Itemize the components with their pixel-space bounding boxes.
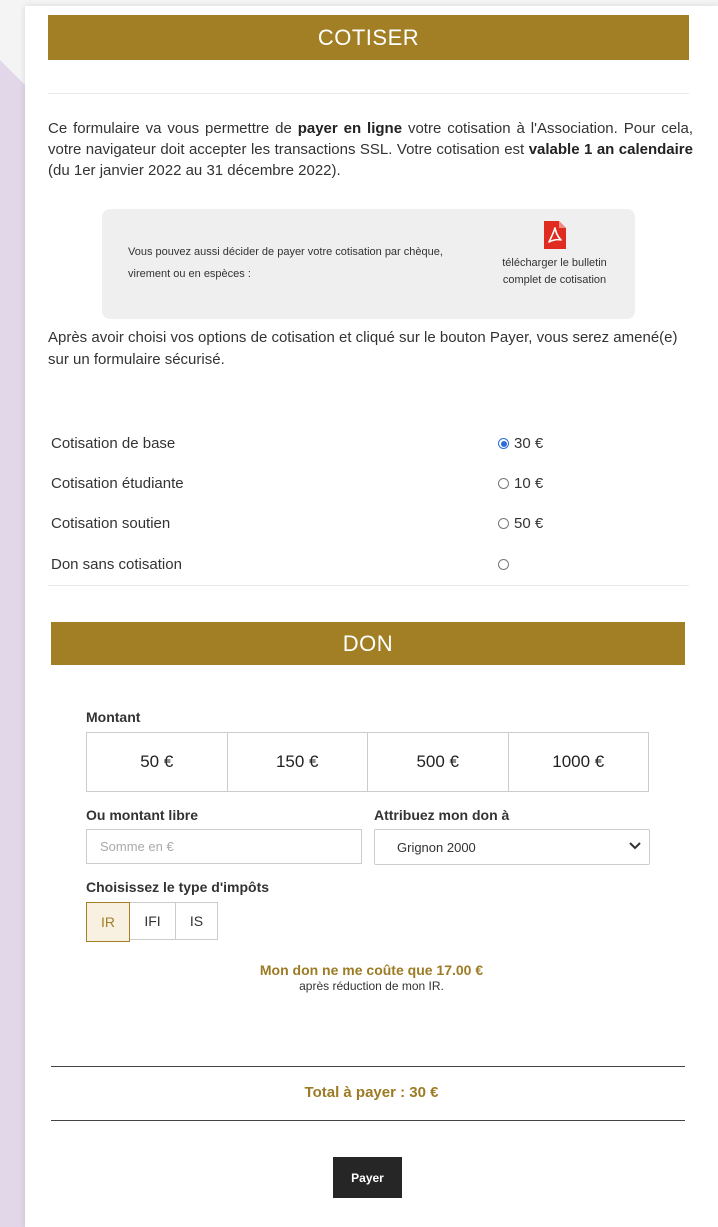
radio-option-don[interactable] [498,559,514,570]
radio-button[interactable] [498,518,509,529]
option-label: Cotisation de base [51,435,176,452]
pdf-icon [543,221,566,249]
tax-option-is[interactable]: IS [176,903,217,939]
option-amount: 30 € [514,435,544,452]
option-row-etudiante: Cotisation étudiante 10 € [48,465,693,505]
amount-option-150[interactable]: 150 € [228,733,368,791]
don-header: DON [51,622,685,665]
radio-option-soutien[interactable]: 50 € [498,515,543,532]
radio-button[interactable] [498,559,509,570]
option-row-soutien: Cotisation soutien 50 € [48,505,693,545]
divider [51,1066,685,1067]
free-amount-input[interactable] [86,829,362,864]
tax-savings: Mon don ne me coûte que 17.00 € après ré… [25,962,718,994]
option-row-base: Cotisation de base 30 € [48,425,693,465]
amount-option-1000[interactable]: 1000 € [509,733,649,791]
option-amount: 50 € [514,515,544,532]
divider [51,1120,685,1121]
cotiser-header: COTISER [48,15,689,60]
radio-button[interactable] [498,438,509,449]
amount-option-50[interactable]: 50 € [87,733,228,791]
option-label: Don sans cotisation [51,556,182,573]
savings-note: après réduction de mon IR. [299,979,444,993]
download-bulletin-link[interactable]: télécharger le bulletin complet de cotis… [487,221,622,289]
chevron-down-icon [629,842,641,850]
form-card: COTISER Ce formulaire va vous permettre … [25,6,718,1227]
free-amount-label: Ou montant libre [86,807,198,823]
option-label: Cotisation soutien [51,515,171,532]
pay-button[interactable]: Payer [333,1157,402,1198]
divider [48,93,689,94]
option-amount: 10 € [514,475,544,492]
tax-option-ir[interactable]: IR [86,902,130,942]
divider [48,585,689,586]
cotiser-intro: Ce formulaire va vous permettre de payer… [48,120,693,179]
payment-instructions: Après avoir choisi vos options de cotisa… [48,329,678,368]
amount-options: 50 € 150 € 500 € 1000 € [86,732,649,792]
total-amount: Total à payer : 30 € [304,1084,439,1101]
radio-option-etudiante[interactable]: 10 € [498,475,543,492]
alternative-payment-text: Vous pouvez aussi décider de payer votre… [128,246,443,280]
tax-option-ifi[interactable]: IFI [130,903,176,939]
tax-type-group: IR IFI IS [86,902,218,942]
download-bulletin-label: télécharger le bulletin complet de cotis… [502,257,607,286]
radio-option-base[interactable]: 30 € [498,435,543,452]
tax-type-label: Choisissez le type d'impôts [86,879,270,895]
alternative-payment-box: Vous pouvez aussi décider de payer votre… [102,209,635,319]
option-row-don: Don sans cotisation [48,546,693,586]
option-label: Cotisation étudiante [51,475,184,492]
attribution-label: Attribuez mon don à [374,807,510,823]
radio-button[interactable] [498,478,509,489]
savings-amount: Mon don ne me coûte que 17.00 € [259,962,484,978]
amount-option-500[interactable]: 500 € [368,733,509,791]
attribution-select[interactable]: Grignon 2000 [374,829,650,865]
amount-label: Montant [86,709,141,725]
attribution-selected-value: Grignon 2000 [397,840,476,855]
